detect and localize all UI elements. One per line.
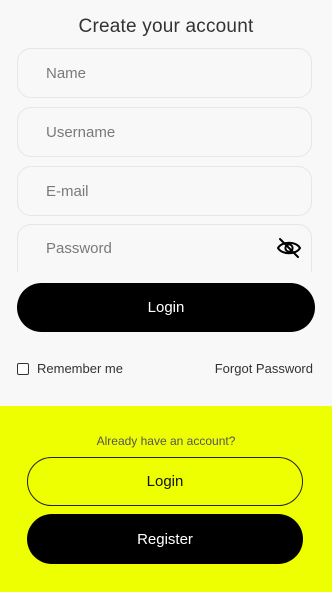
password-visibility-toggle[interactable] [275, 236, 303, 260]
email-input[interactable] [18, 167, 311, 215]
name-field[interactable] [17, 48, 312, 98]
signup-panel: Create your account Login Remember me Fo… [0, 0, 332, 406]
name-input[interactable] [18, 49, 311, 97]
password-field[interactable] [17, 224, 312, 272]
login-footer: Already have an account? Login Register [0, 406, 332, 592]
remember-me-checkbox[interactable]: Remember me [17, 361, 123, 376]
register-button[interactable]: Register [27, 514, 303, 564]
login-submit-button[interactable]: Login [17, 283, 315, 332]
username-input[interactable] [18, 108, 311, 156]
email-field[interactable] [17, 166, 312, 216]
remember-me-label: Remember me [37, 361, 123, 376]
already-account-text: Already have an account? [96, 434, 236, 448]
forgot-password-link[interactable]: Forgot Password [215, 361, 313, 376]
password-input[interactable] [18, 225, 311, 272]
username-field[interactable] [17, 107, 312, 157]
eye-off-icon [276, 238, 302, 258]
login-button[interactable]: Login [27, 457, 303, 506]
checkbox-box[interactable] [17, 362, 29, 375]
page-title: Create your account [78, 16, 254, 37]
